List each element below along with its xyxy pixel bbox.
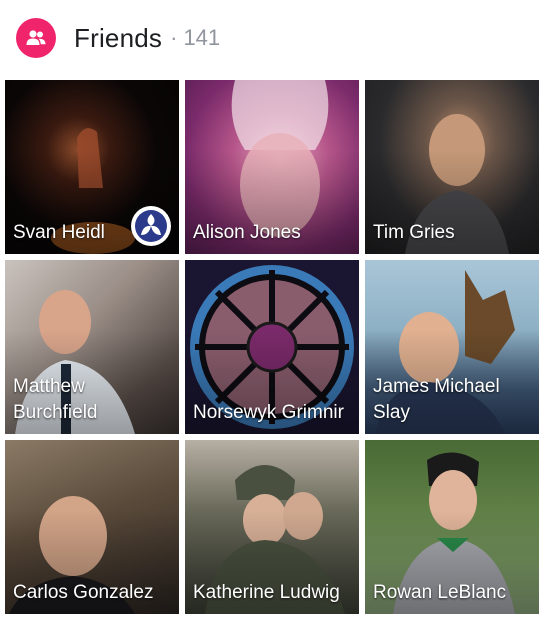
title-separator: · [170, 25, 178, 50]
friend-tile[interactable]: Svan Heidl [5, 80, 179, 254]
friend-name[interactable]: Rowan LeBlanc [373, 580, 533, 606]
friend-tile[interactable]: Matthew Burchfield [5, 260, 179, 434]
friend-tile[interactable]: Katherine Ludwig [185, 440, 359, 614]
friends-header: Friends · 141 [16, 18, 220, 58]
triskelion-badge-icon [131, 206, 171, 246]
friend-tile[interactable]: Alison Jones [185, 80, 359, 254]
friends-count: 141 [183, 25, 221, 50]
friend-tile[interactable]: Carlos Gonzalez [5, 440, 179, 614]
friend-name[interactable]: Tim Gries [373, 220, 533, 246]
friend-name[interactable]: Matthew Burchfield [13, 374, 173, 426]
page-title[interactable]: Friends [74, 23, 162, 54]
friend-tile[interactable]: Norsewyk Grimnir [185, 260, 359, 434]
friend-name[interactable]: Katherine Ludwig [193, 580, 353, 606]
friend-tile[interactable]: James Michael Slay [365, 260, 539, 434]
friend-name[interactable]: Carlos Gonzalez [13, 580, 173, 606]
friends-icon [16, 18, 56, 58]
friend-name[interactable]: Alison Jones [193, 220, 353, 246]
friend-tile[interactable]: Rowan LeBlanc [365, 440, 539, 614]
friend-tile[interactable]: Tim Gries [365, 80, 539, 254]
friends-grid: Svan Heidl Alison Jones Tim Gries Matthe… [5, 80, 539, 614]
friend-name[interactable]: James Michael Slay [373, 374, 533, 426]
friend-name[interactable]: Norsewyk Grimnir [193, 400, 353, 426]
